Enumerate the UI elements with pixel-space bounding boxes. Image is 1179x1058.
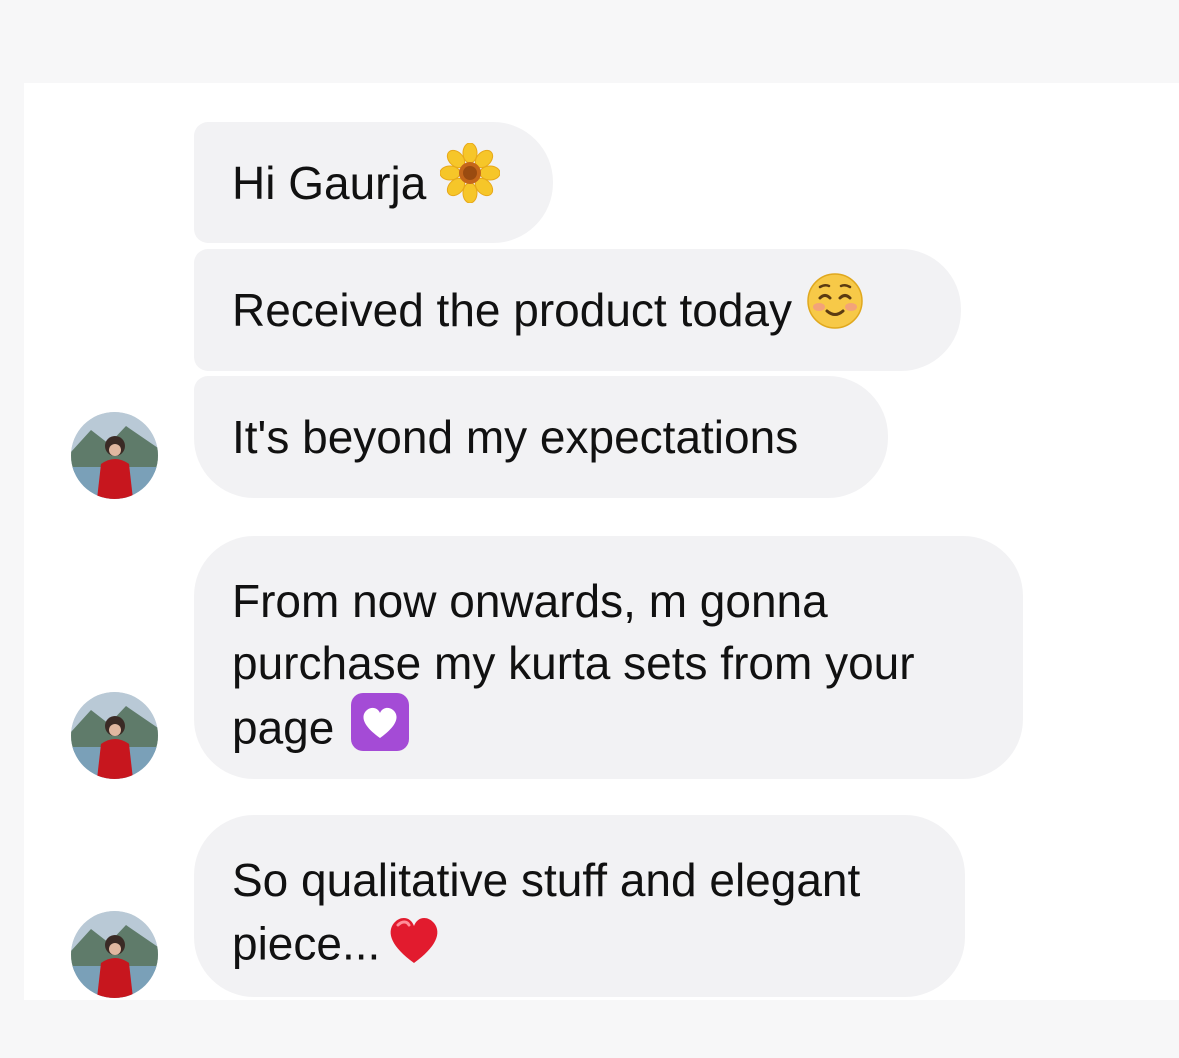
sunflower-icon xyxy=(439,142,501,218)
message-text-line: So qualitative stuff and elegant xyxy=(232,854,861,906)
message-text: Received the product today xyxy=(232,284,793,336)
avatar[interactable] xyxy=(71,412,158,499)
message-bubble[interactable]: Received the product today xyxy=(194,249,961,371)
message-bubble[interactable]: It's beyond my expectations xyxy=(194,376,888,498)
message-text: It's beyond my expectations xyxy=(232,411,799,463)
message-bubble[interactable]: So qualitative stuff and elegant piece..… xyxy=(194,815,965,997)
purple-heart-icon xyxy=(350,692,410,767)
message-text-line: page xyxy=(232,701,335,754)
message-bubble[interactable]: Hi Gaurja xyxy=(194,122,553,243)
message-text-line: From now onwards, m gonna xyxy=(232,575,828,627)
smiling-face-icon xyxy=(806,272,864,345)
message-bubble[interactable]: From now onwards, m gonna purchase my ku… xyxy=(194,536,1023,779)
message-text-line: piece... xyxy=(232,917,381,970)
red-heart-icon xyxy=(384,909,444,982)
message-text: Hi Gaurja xyxy=(232,156,427,209)
avatar[interactable] xyxy=(71,692,158,779)
avatar[interactable] xyxy=(71,911,158,998)
message-text-line: purchase my kurta sets from your xyxy=(232,637,915,689)
